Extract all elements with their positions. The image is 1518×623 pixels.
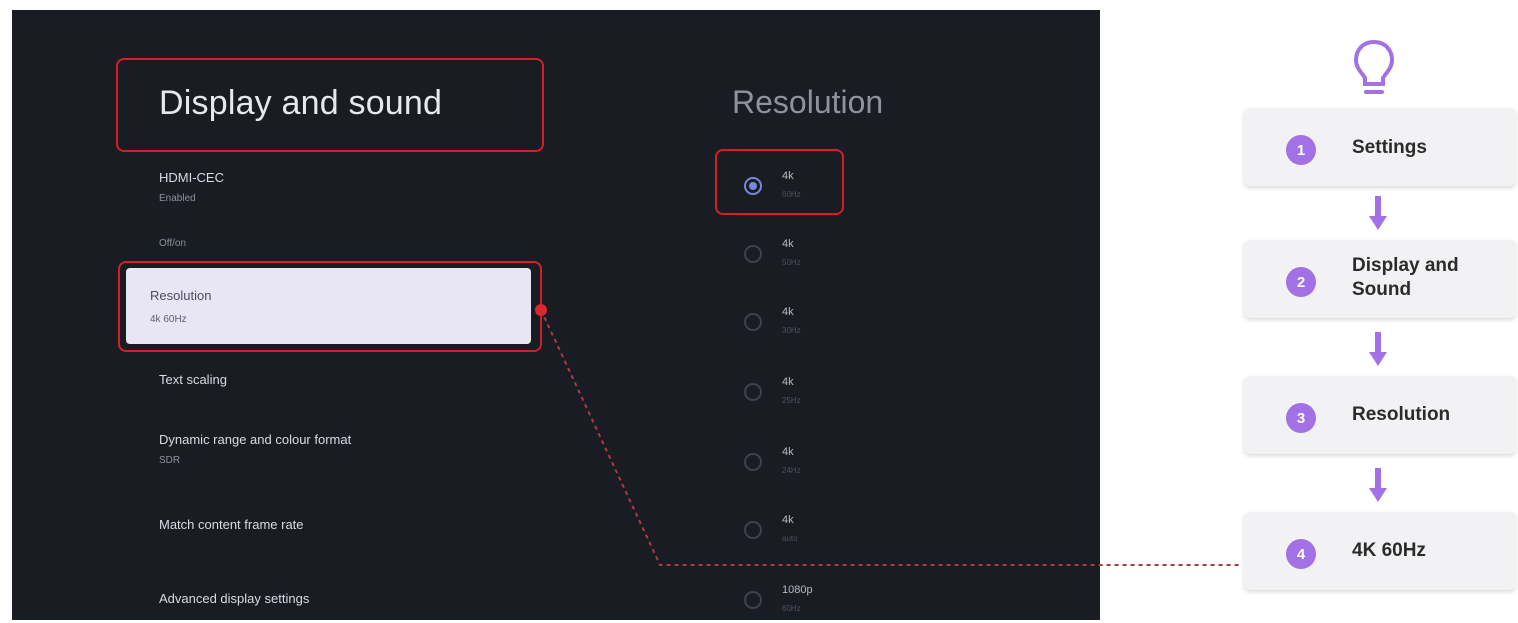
step-number-badge: 1 bbox=[1286, 135, 1316, 165]
step-card-1: 1 Settings bbox=[1244, 108, 1516, 186]
step-label: Display and Sound bbox=[1352, 255, 1459, 300]
step-card-4: 4 4K 60Hz bbox=[1244, 512, 1516, 590]
step-card-3: 3 Resolution bbox=[1244, 376, 1516, 454]
step-label: 4K 60Hz bbox=[1352, 540, 1426, 561]
step-label: Settings bbox=[1352, 137, 1427, 158]
step-label: Resolution bbox=[1352, 404, 1451, 425]
steps-panel: 1 Settings 2 Display and Sound 3 Resolut… bbox=[1240, 0, 1518, 623]
step-number-badge: 4 bbox=[1286, 539, 1316, 569]
step-card-2: 2 Display and Sound bbox=[1244, 240, 1516, 318]
arrow-down-icon bbox=[1369, 196, 1387, 230]
step-number-badge: 3 bbox=[1286, 403, 1316, 433]
arrow-down-icon bbox=[1369, 332, 1387, 366]
arrow-down-icon bbox=[1369, 468, 1387, 502]
lightbulb-icon bbox=[1353, 39, 1395, 94]
step-number-badge: 2 bbox=[1286, 267, 1316, 297]
